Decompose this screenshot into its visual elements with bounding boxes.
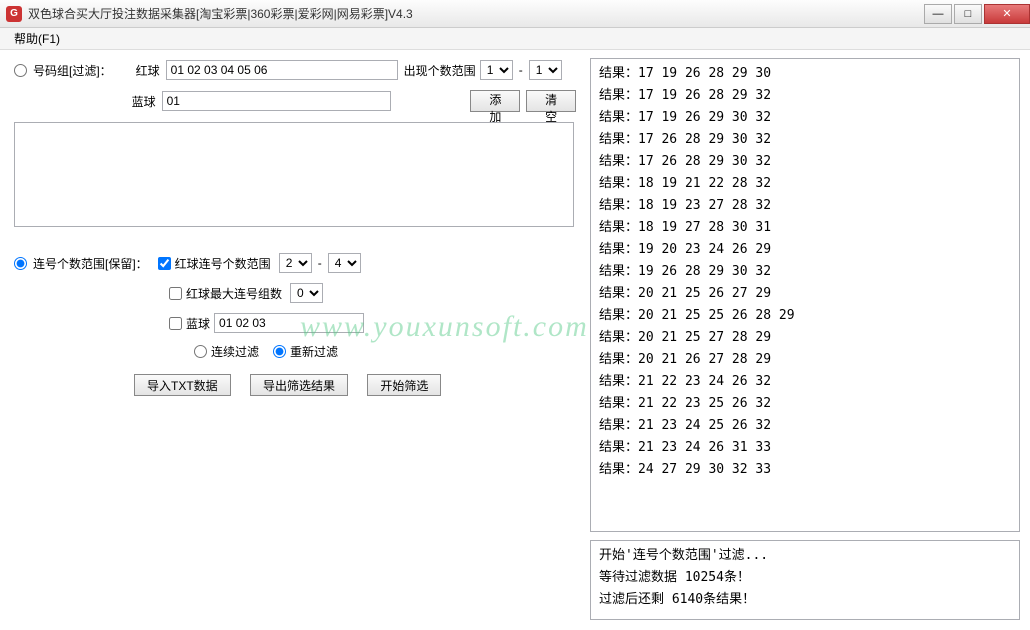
log-line: 开始'连号个数范围'过滤... [599, 545, 1011, 567]
range-to-select[interactable]: 1 [529, 60, 562, 80]
restart-filter-label: 重新过滤 [290, 343, 338, 360]
max-group-checkbox[interactable] [169, 287, 182, 300]
app-icon: G [6, 6, 22, 22]
result-line: 结果：21 23 24 26 31 33 [599, 437, 1011, 459]
consecutive-range-label: 连号个数范围[保留]： [33, 255, 148, 272]
range-sep: - [519, 63, 523, 77]
window-title: 双色球合买大厅投注数据采集器[淘宝彩票|360彩票|爱彩网|网易彩票]V4.3 [28, 5, 922, 22]
red-ball-input[interactable] [166, 60, 398, 80]
result-line: 结果：18 19 27 28 30 31 [599, 217, 1011, 239]
consecutive-range-radio[interactable] [14, 257, 27, 270]
result-line: 结果：18 19 23 27 28 32 [599, 195, 1011, 217]
range-from-select[interactable]: 1 [480, 60, 513, 80]
red-range-sep: - [318, 256, 322, 270]
result-line: 结果：17 26 28 29 30 32 [599, 151, 1011, 173]
title-bar: G 双色球合买大厅投注数据采集器[淘宝彩票|360彩票|爱彩网|网易彩票]V4.… [0, 0, 1030, 28]
number-group-radio[interactable] [14, 64, 27, 77]
result-line: 结果：21 22 23 24 26 32 [599, 371, 1011, 393]
result-line: 结果：24 27 29 30 32 33 [599, 459, 1011, 481]
red-range-checkbox[interactable] [158, 257, 171, 270]
result-line: 结果：20 21 25 26 27 29 [599, 283, 1011, 305]
menu-bar: 帮助(F1) [0, 28, 1030, 50]
number-group-label: 号码组[过滤]： [33, 62, 112, 79]
clear-button[interactable]: 清空 [526, 90, 576, 112]
right-panel: 结果：17 19 26 28 29 30结果：17 19 26 28 29 32… [590, 50, 1028, 628]
appear-range-label: 出现个数范围 [404, 62, 476, 79]
menu-help[interactable]: 帮助(F1) [6, 28, 68, 49]
start-filter-button[interactable]: 开始筛选 [367, 374, 441, 396]
number-group-list[interactable] [14, 122, 574, 227]
result-line: 结果：21 22 23 25 26 32 [599, 393, 1011, 415]
import-txt-button[interactable]: 导入TXT数据 [134, 374, 231, 396]
result-line: 结果：20 21 25 25 26 28 29 [599, 305, 1011, 327]
log-line: 过滤后还剩 6140条结果！ [599, 589, 1011, 611]
result-line: 结果：18 19 21 22 28 32 [599, 173, 1011, 195]
export-results-button[interactable]: 导出筛选结果 [250, 374, 348, 396]
minimize-button[interactable]: — [924, 4, 952, 24]
result-line: 结果：19 26 28 29 30 32 [599, 261, 1011, 283]
restart-filter-radio[interactable] [273, 345, 286, 358]
number-group-filter-section: 号码组[过滤]： 红球 出现个数范围 1 - 1 蓝球 添加 清空 [14, 60, 576, 227]
blue-ball-input[interactable] [162, 91, 392, 111]
blue-ball-label: 蓝球 [118, 93, 156, 110]
close-button[interactable]: ✕ [984, 4, 1030, 24]
red-range-chk-label: 红球连号个数范围 [175, 255, 271, 272]
max-group-select[interactable]: 0 [290, 283, 323, 303]
blue-checkbox[interactable] [169, 317, 182, 330]
restart-filter-option[interactable]: 重新过滤 [273, 343, 338, 360]
continuous-filter-label: 连续过滤 [211, 343, 259, 360]
log-box[interactable]: 开始'连号个数范围'过滤... 等待过滤数据 10254条！ 过滤后还剩 614… [590, 540, 1020, 620]
max-group-label: 红球最大连号组数 [186, 285, 282, 302]
left-panel: 号码组[过滤]： 红球 出现个数范围 1 - 1 蓝球 添加 清空 连号个数范围… [0, 50, 590, 628]
consecutive-range-section: 连号个数范围[保留]： 红球连号个数范围 2 - 4 红球最大连号组数 0 蓝球… [14, 253, 576, 396]
result-line: 结果：17 19 26 29 30 32 [599, 107, 1011, 129]
continuous-filter-radio[interactable] [194, 345, 207, 358]
log-line: 等待过滤数据 10254条！ [599, 567, 1011, 589]
results-list[interactable]: 结果：17 19 26 28 29 30结果：17 19 26 28 29 32… [590, 58, 1020, 532]
continuous-filter-option[interactable]: 连续过滤 [194, 343, 259, 360]
red-range-to-select[interactable]: 4 [328, 253, 361, 273]
result-line: 结果：20 21 26 27 28 29 [599, 349, 1011, 371]
result-line: 结果：17 19 26 28 29 32 [599, 85, 1011, 107]
add-button[interactable]: 添加 [470, 90, 520, 112]
result-line: 结果：20 21 25 27 28 29 [599, 327, 1011, 349]
result-line: 结果：17 26 28 29 30 32 [599, 129, 1011, 151]
result-line: 结果：17 19 26 28 29 30 [599, 63, 1011, 85]
window-controls: — □ ✕ [922, 4, 1030, 24]
blue-consecutive-input[interactable] [214, 313, 364, 333]
red-ball-label: 红球 [122, 62, 160, 79]
maximize-button[interactable]: □ [954, 4, 982, 24]
blue-chk-label: 蓝球 [186, 315, 210, 332]
result-line: 结果：19 20 23 24 26 29 [599, 239, 1011, 261]
result-line: 结果：21 23 24 25 26 32 [599, 415, 1011, 437]
red-range-from-select[interactable]: 2 [279, 253, 312, 273]
